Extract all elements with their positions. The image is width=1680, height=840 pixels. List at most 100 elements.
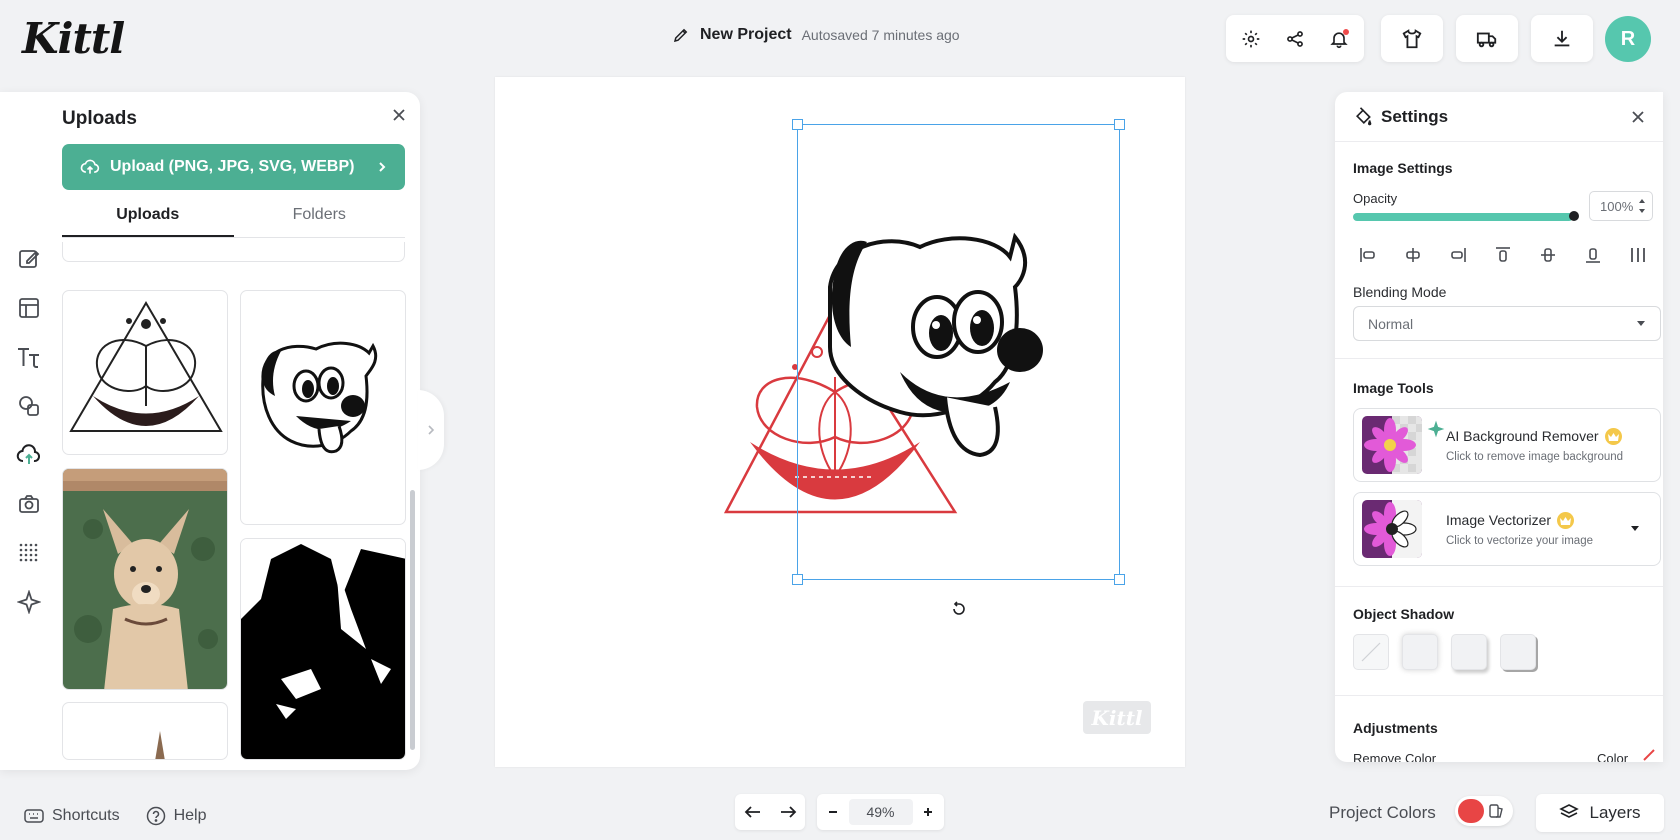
layers-icon [1559, 803, 1580, 823]
image-vectorizer-text: Image Vectorizer Click to vectorize your… [1446, 511, 1630, 547]
cloud-upload-icon [16, 443, 42, 467]
blending-mode-select[interactable]: Normal [1353, 306, 1661, 341]
project-name[interactable]: New Project [700, 26, 792, 44]
text-icon [16, 345, 42, 369]
upload-thumbnail-partial[interactable] [62, 702, 228, 760]
close-icon [1631, 110, 1645, 124]
patterns-tool[interactable] [14, 538, 44, 568]
zoom-in-button[interactable] [922, 806, 934, 818]
uploads-scrollbar[interactable] [410, 490, 415, 750]
notifications-button[interactable] [1317, 17, 1361, 61]
photos-tool[interactable] [14, 489, 44, 519]
adjustments-heading: Adjustments [1353, 720, 1438, 736]
uploads-tool[interactable] [14, 440, 44, 470]
footer-left: Shortcuts Help [24, 806, 207, 826]
undo-button[interactable] [744, 805, 762, 819]
print-order-button[interactable] [1456, 15, 1518, 62]
upload-button-label: Upload (PNG, JPG, SVG, WEBP) [110, 158, 355, 175]
layers-button[interactable]: Layers [1536, 794, 1664, 832]
image-vectorizer-title: Image Vectorizer [1446, 512, 1552, 528]
align-center-h-button[interactable] [1398, 240, 1428, 270]
user-avatar[interactable]: R [1605, 16, 1651, 62]
align-bottom-button[interactable] [1578, 240, 1608, 270]
ai-background-remover-card[interactable]: AI Background Remover Click to remove im… [1353, 408, 1661, 482]
align-top-button[interactable] [1488, 240, 1518, 270]
zoom-out-button[interactable] [827, 806, 839, 818]
blending-mode-value: Normal [1368, 315, 1414, 332]
opacity-slider-track[interactable] [1353, 213, 1573, 221]
shadow-options [1353, 634, 1536, 670]
caret-down-icon [1636, 320, 1646, 327]
download-button[interactable] [1531, 15, 1593, 62]
upload-thumbnail-silhouette[interactable] [240, 538, 406, 760]
align-right-icon [1448, 245, 1468, 265]
image-vectorizer-card[interactable]: Image Vectorizer Click to vectorize your… [1353, 492, 1661, 566]
shadow-soft-option[interactable] [1402, 634, 1438, 670]
stepper-icon[interactable] [1638, 196, 1646, 216]
resize-handle-top-right[interactable] [1114, 119, 1125, 130]
share-button[interactable] [1273, 17, 1317, 61]
shapes-icon [17, 394, 41, 418]
align-center-horizontal-icon [1403, 245, 1423, 265]
shadow-hard-option[interactable] [1500, 634, 1536, 670]
upload-thumbnail-butterfly[interactable] [62, 290, 228, 455]
opacity-slider-knob[interactable] [1569, 211, 1579, 221]
settings-button[interactable] [1229, 17, 1273, 61]
ai-background-remover-desc: Click to remove image background [1446, 450, 1624, 463]
align-middle-button[interactable] [1533, 240, 1563, 270]
dog-photo-image [63, 469, 227, 689]
project-colors-toggle[interactable] [1455, 796, 1513, 826]
chevron-right-icon [377, 161, 387, 173]
toggle-knob [1458, 799, 1484, 823]
help-button[interactable]: Help [146, 806, 207, 826]
align-left-button[interactable] [1353, 240, 1383, 270]
undo-icon [744, 805, 762, 819]
edit-tool[interactable] [14, 244, 44, 274]
project-colors-label: Project Colors [1329, 803, 1436, 822]
close-settings-button[interactable] [1631, 110, 1645, 124]
templates-tool[interactable] [14, 293, 44, 323]
pencil-icon[interactable] [672, 26, 690, 44]
project-title[interactable]: New Project Autosaved 7 minutes ago [672, 26, 960, 44]
resize-handle-top-left[interactable] [792, 119, 803, 130]
text-tool[interactable] [14, 342, 44, 372]
eyedropper-icon[interactable] [1642, 748, 1656, 762]
shadow-none-option[interactable] [1353, 634, 1389, 670]
opacity-input[interactable]: 100% [1589, 191, 1653, 221]
opacity-value: 100% [1600, 198, 1634, 214]
collapse-panel-tab[interactable] [418, 390, 444, 470]
shadow-drop-option[interactable] [1451, 634, 1487, 670]
shortcuts-button[interactable]: Shortcuts [24, 807, 120, 825]
mockup-button[interactable] [1381, 15, 1443, 62]
resize-handle-bottom-left[interactable] [792, 574, 803, 585]
align-right-button[interactable] [1443, 240, 1473, 270]
upload-button[interactable]: Upload (PNG, JPG, SVG, WEBP) [62, 144, 405, 190]
upload-thumbnail-dog-cartoon[interactable] [240, 290, 406, 525]
zoom-value[interactable]: 49% [848, 799, 913, 825]
flower-thumbnail [1362, 416, 1422, 474]
download-icon [1551, 28, 1573, 50]
kittl-logo[interactable]: Kittl [22, 14, 125, 63]
rotate-handle[interactable] [947, 597, 971, 621]
dots-grid-icon [18, 542, 40, 564]
shapes-tool[interactable] [14, 391, 44, 421]
camera-icon [17, 492, 41, 516]
upload-thumbnail-dog-photo[interactable] [62, 468, 228, 690]
close-uploads-button[interactable] [392, 108, 406, 122]
redo-button[interactable] [779, 805, 797, 819]
align-top-icon [1493, 245, 1513, 265]
ai-tool[interactable] [14, 587, 44, 617]
help-icon [146, 806, 166, 826]
design-canvas[interactable] [495, 77, 1185, 767]
caret-down-icon[interactable] [1630, 526, 1640, 532]
tab-uploads[interactable]: Uploads [62, 200, 234, 237]
palette-icon [1488, 802, 1506, 820]
divider [1335, 695, 1663, 696]
color-label: Color [1597, 751, 1629, 762]
tab-folders[interactable]: Folders [234, 200, 406, 237]
settings-panel: Settings Image Settings Opacity 100% Ble… [1335, 92, 1663, 762]
resize-handle-bottom-right[interactable] [1114, 574, 1125, 585]
ai-background-remover-text: AI Background Remover Click to remove im… [1446, 427, 1652, 463]
partial-image [155, 731, 165, 759]
distribute-button[interactable] [1623, 240, 1653, 270]
